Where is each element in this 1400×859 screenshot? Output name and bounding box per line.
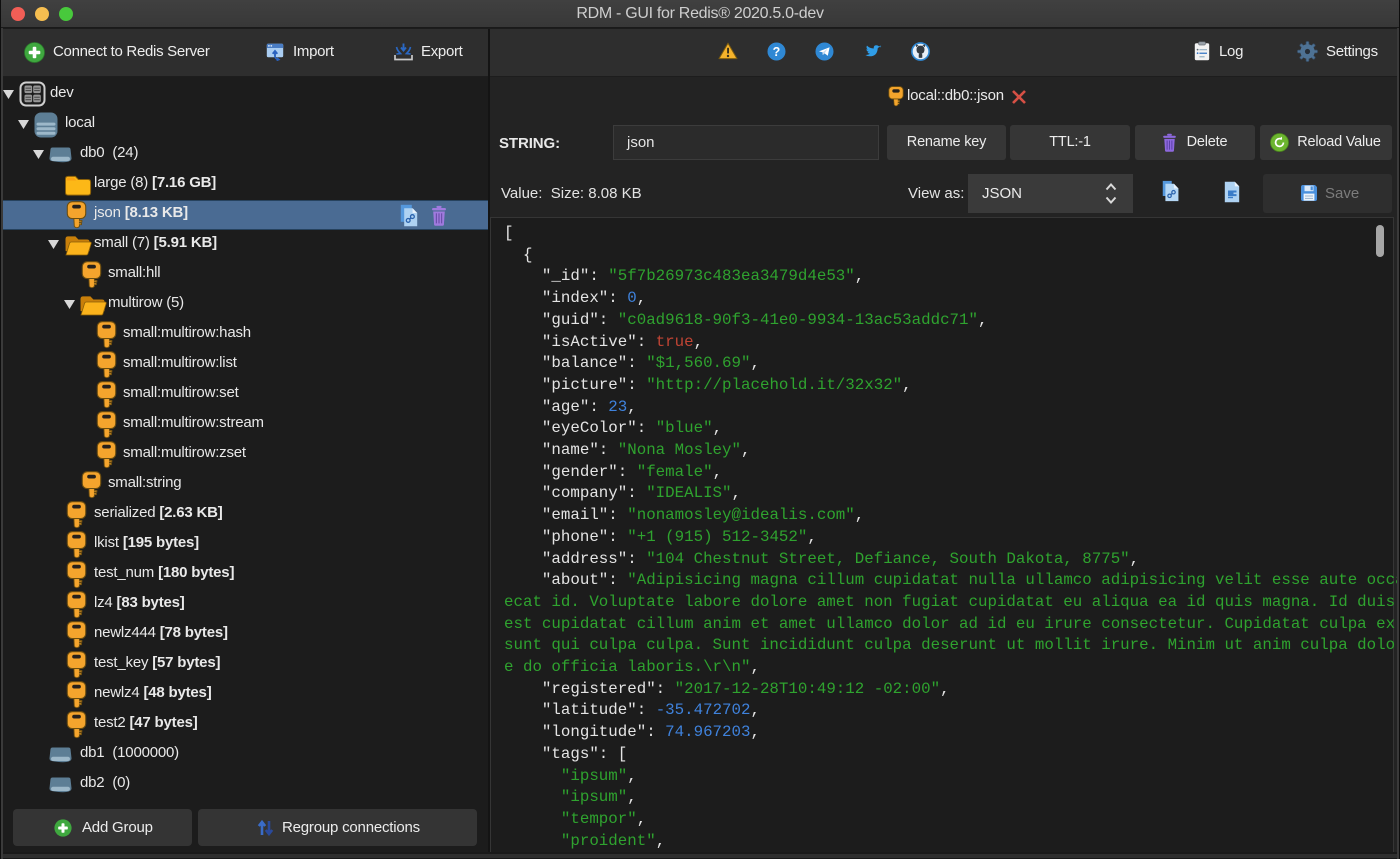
svg-text:?: ?	[773, 45, 781, 59]
